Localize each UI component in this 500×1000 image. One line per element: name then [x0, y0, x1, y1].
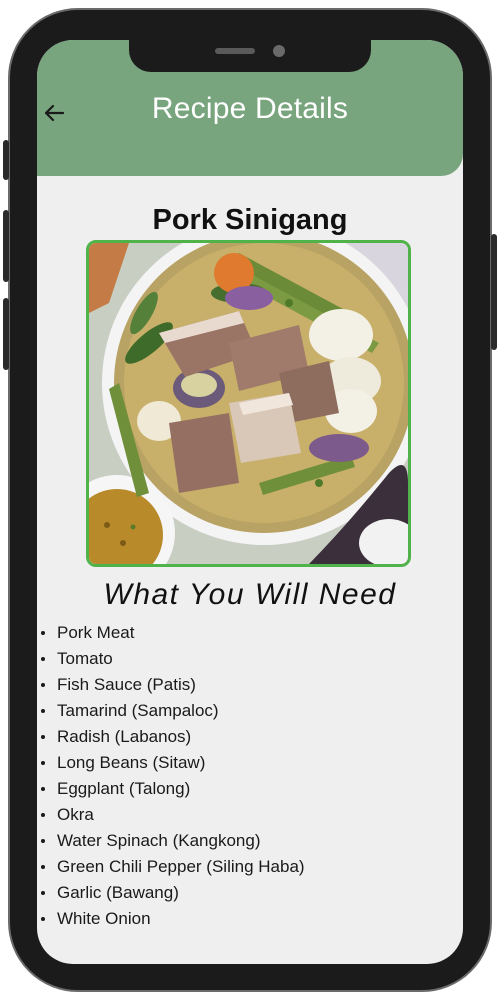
- ingredient-item: Eggplant (Talong): [41, 776, 451, 802]
- bullet-icon: [41, 631, 45, 635]
- bullet-icon: [41, 891, 45, 895]
- bullet-icon: [41, 839, 45, 843]
- volume-up-button: [3, 210, 9, 282]
- silent-switch: [3, 140, 9, 180]
- ingredient-item: Radish (Labanos): [41, 724, 451, 750]
- bullet-icon: [41, 917, 45, 921]
- bullet-icon: [41, 813, 45, 817]
- bullet-icon: [41, 865, 45, 869]
- recipe-image: [86, 240, 411, 567]
- ingredient-item: Green Chili Pepper (Siling Haba): [41, 854, 451, 880]
- ingredient-item: Long Beans (Sitaw): [41, 750, 451, 776]
- speaker-grille: [215, 48, 255, 54]
- ingredient-item: Tamarind (Sampaloc): [41, 698, 451, 724]
- ingredient-item: Garlic (Bawang): [41, 880, 451, 906]
- bullet-icon: [41, 735, 45, 739]
- page-title: Recipe Details: [151, 92, 349, 125]
- bullet-icon: [41, 787, 45, 791]
- ingredient-item: Tomato: [41, 646, 451, 672]
- bullet-icon: [41, 683, 45, 687]
- ingredient-item: White Onion: [41, 906, 451, 932]
- ingredients-section-title: What You Will Need: [103, 578, 397, 611]
- ingredient-item: Okra: [41, 802, 451, 828]
- app-screen: Recipe Details Pork Sinigang What You Wi…: [37, 40, 463, 964]
- recipe-title: Pork Sinigang: [152, 204, 348, 236]
- ingredient-list: Pork Meat Tomato Fish Sauce (Patis) Tama…: [41, 620, 451, 932]
- ingredient-item: Fish Sauce (Patis): [41, 672, 451, 698]
- bullet-icon: [41, 761, 45, 765]
- ingredient-item: Pork Meat: [41, 620, 451, 646]
- front-camera: [273, 45, 285, 57]
- bullet-icon: [41, 709, 45, 713]
- volume-down-button: [3, 298, 9, 370]
- bullet-icon: [41, 657, 45, 661]
- power-button: [491, 234, 497, 350]
- ingredient-item: Water Spinach (Kangkong): [41, 828, 451, 854]
- phone-notch: [129, 40, 371, 72]
- sinigang-bowl-illustration: [89, 243, 408, 564]
